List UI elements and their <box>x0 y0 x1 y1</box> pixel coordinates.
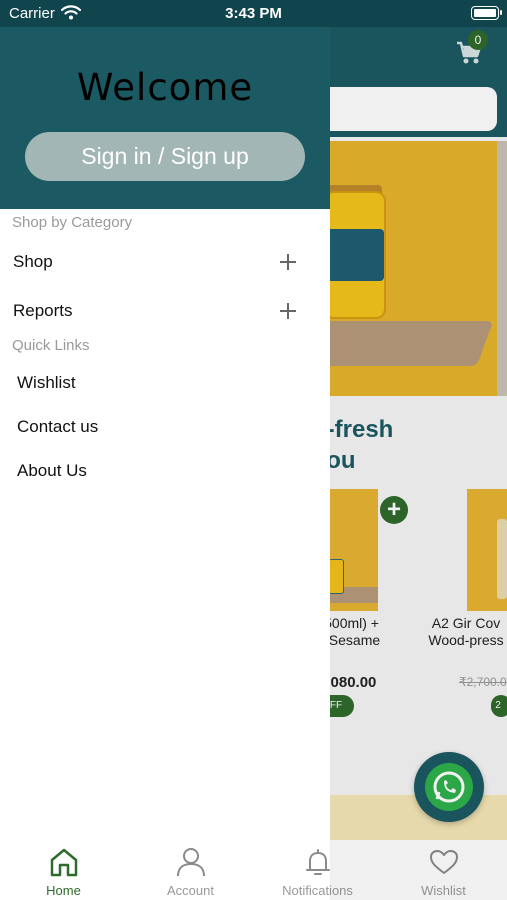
category-item-shop[interactable]: Shop <box>0 245 310 279</box>
link-wishlist[interactable]: Wishlist <box>0 366 310 400</box>
drawer-header <box>0 27 330 209</box>
category-label: Reports <box>13 301 73 320</box>
bell-icon <box>305 849 330 875</box>
category-label: Shop <box>13 252 53 271</box>
category-item-reports[interactable]: Reports <box>0 294 310 328</box>
status-bar: Carrier 3:43 PM <box>0 0 507 27</box>
link-label: About Us <box>17 461 87 480</box>
plus-icon[interactable] <box>280 303 296 319</box>
status-time: 3:43 PM <box>225 5 282 22</box>
link-about-us[interactable]: About Us <box>0 454 310 488</box>
tab-label: Account <box>167 883 214 898</box>
link-contact-us[interactable]: Contact us <box>0 410 310 444</box>
home-icon <box>50 848 77 877</box>
plus-icon[interactable] <box>280 254 296 270</box>
tab-home[interactable]: Home <box>0 840 127 900</box>
welcome-title: Welcome <box>76 66 254 109</box>
side-drawer: Welcome Sign in / Sign up Shop by Catego… <box>0 0 330 840</box>
link-label: Contact us <box>17 417 99 436</box>
shop-by-category-label: Shop by Category <box>12 214 133 231</box>
battery-icon <box>471 6 502 20</box>
link-label: Wishlist <box>17 373 76 392</box>
account-icon <box>176 848 205 877</box>
quick-links-label: Quick Links <box>12 337 90 354</box>
bottom-tab-bar: Home Account Notifications Wishlist <box>0 840 507 900</box>
sign-in-button[interactable]: Sign in / Sign up <box>25 132 305 181</box>
tabbar-scrim <box>330 840 507 900</box>
drawer-scrim[interactable] <box>330 27 507 840</box>
tab-account[interactable]: Account <box>127 840 254 900</box>
tab-label: Home <box>46 883 81 898</box>
